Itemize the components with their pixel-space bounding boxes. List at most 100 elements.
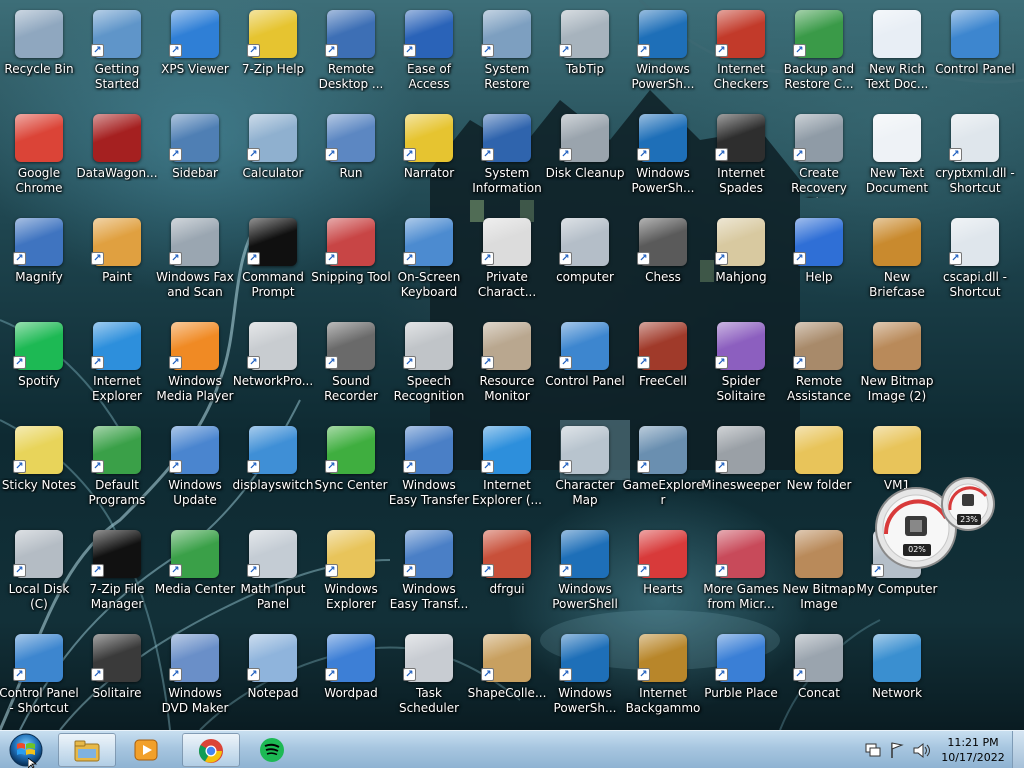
desktop-icon-label: Internet Spades	[717, 166, 765, 195]
desktop-icon-sync-center[interactable]: ↗ Sync Center	[312, 420, 390, 520]
desktop-icon-more-games[interactable]: ↗ More Games from Micr...	[702, 524, 780, 624]
desktop-icon-local-disk[interactable]: ↗ Local Disk (C)	[0, 524, 78, 624]
desktop-icon-defragmenter[interactable]: ↗ dfrgui	[468, 524, 546, 624]
desktop-icon-system-restore[interactable]: ↗ System Restore	[468, 4, 546, 104]
desktop-icon-help[interactable]: ↗ Help	[780, 212, 858, 312]
desktop-icon-spotify[interactable]: ↗ Spotify	[0, 316, 78, 416]
desktop-icon-powershell[interactable]: ↗ Windows PowerSh...	[624, 4, 702, 104]
desktop-icon-network[interactable]: Network	[858, 628, 936, 728]
desktop-icon-internet-explorer[interactable]: ↗ Internet Explorer (...	[468, 420, 546, 520]
desktop-icon-dll-file[interactable]: ↗ cryptxml.dll - Shortcut	[935, 108, 1015, 208]
desktop-icon-resource-monitor[interactable]: ↗ Resource Monitor	[468, 316, 546, 416]
desktop-icon-windows-explorer[interactable]: ↗ Windows Explorer	[312, 524, 390, 624]
desktop-icon-paint[interactable]: ↗ Paint	[78, 212, 156, 312]
desktop-icon-xps-viewer[interactable]: ↗ XPS Viewer	[156, 4, 234, 104]
desktop-icon-text-document[interactable]: New Text Document	[858, 108, 936, 208]
desktop-icon-speech-microphone[interactable]: ↗ Speech Recognition	[390, 316, 468, 416]
desktop[interactable]: Recycle Bin ↗ Getting Started ↗ XPS Viewer ↗ 7…	[0, 0, 1024, 730]
desktop-icon-dll-file[interactable]: ↗ cscapi.dll - Shortcut	[936, 212, 1014, 312]
desktop-icon-calculator[interactable]: ↗ Calculator	[234, 108, 312, 208]
desktop-icon-solitaire[interactable]: ↗ Solitaire	[78, 628, 156, 728]
desktop-icon-purble-place[interactable]: ↗ Purble Place	[702, 628, 780, 728]
taskbar-chrome[interactable]	[182, 733, 240, 767]
desktop-icon-getting-started[interactable]: ↗ Getting Started	[78, 4, 156, 104]
desktop-icon-backgammon[interactable]: ↗ Internet Backgammon	[624, 628, 702, 728]
desktop-icon-wordpad[interactable]: ↗ Wordpad	[312, 628, 390, 728]
desktop-icon-task-scheduler[interactable]: ↗ Task Scheduler	[390, 628, 468, 728]
desktop-icon-fax-scan[interactable]: ↗ Windows Fax and Scan	[156, 212, 234, 312]
desktop-icon-bitmap-image[interactable]: New Bitmap Image	[780, 524, 858, 624]
desktop-icon-easy-transfer[interactable]: ↗ Windows Easy Transf...	[390, 524, 468, 624]
desktop-icon-chess[interactable]: ↗ Chess	[624, 212, 702, 312]
desktop-icon-windows-update[interactable]: ↗ Windows Update	[156, 420, 234, 520]
desktop-icon-briefcase[interactable]: New Briefcase	[858, 212, 936, 312]
desktop-icon-powershell[interactable]: ↗ Windows PowerSh...	[546, 628, 624, 728]
desktop-icon-label: New Text Document	[865, 166, 929, 195]
desktop-icon-remote-assistance[interactable]: ↗ Remote Assistance	[780, 316, 858, 416]
desktop-icon-notepad[interactable]: ↗ Notepad	[234, 628, 312, 728]
desktop-icon-control-panel[interactable]: ↗ Control Panel - Shortcut	[0, 628, 79, 728]
desktop-icon-backup-restore[interactable]: ↗ Backup and Restore C...	[780, 4, 858, 104]
desktop-icon-tabtip[interactable]: ↗ TabTip	[546, 4, 624, 104]
desktop-icon-seven-zip[interactable]: ↗ 7-Zip File Manager	[78, 524, 156, 624]
system-clock[interactable]: 11:21 PM 10/17/2022	[940, 735, 1006, 765]
desktop-icon-powershell[interactable]: ↗ Windows PowerShell	[546, 524, 624, 624]
desktop-icon-contact[interactable]: ↗ Concat	[780, 628, 858, 728]
desktop-icon-projector[interactable]: ↗ NetworkPro...	[233, 316, 313, 416]
taskbar-spotify[interactable]	[244, 733, 302, 767]
desktop-icon-command-prompt[interactable]: ↗ Command Prompt	[234, 212, 312, 312]
desktop-icon-easy-transfer[interactable]: ↗ Windows Easy Transfer	[389, 420, 469, 520]
desktop-icon-label: DataWagon...	[76, 166, 158, 180]
desktop-icon-sidebar[interactable]: ↗ Sidebar	[156, 108, 234, 208]
shortcut-arrow-icon: ↗	[247, 356, 260, 369]
desktop-icon-bitmap-image[interactable]: New Bitmap Image (2)	[858, 316, 936, 416]
desktop-icon-help-question[interactable]: ↗ 7-Zip Help	[234, 4, 312, 104]
desktop-icon-folder[interactable]: New folder	[780, 420, 858, 520]
desktop-icon-dvd-maker[interactable]: ↗ Windows DVD Maker	[156, 628, 234, 728]
desktop-icon-rich-text-document[interactable]: New Rich Text Doc...	[858, 4, 936, 104]
desktop-icon-disk-cleanup[interactable]: ↗ Disk Cleanup	[546, 108, 624, 208]
desktop-icon-computer[interactable]: ↗ computer	[546, 212, 624, 312]
show-desktop-button[interactable]	[1012, 731, 1024, 768]
desktop-icon-label: Sticky Notes	[1, 478, 77, 492]
desktop-icon-recovery-disc[interactable]: ↗ Create Recovery Disc	[780, 108, 858, 208]
desktop-icon-magnify[interactable]: ↗ Magnify	[0, 212, 78, 312]
desktop-icon-control-panel[interactable]: ↗ Control Panel	[545, 316, 625, 416]
desktop-icon-sticky-notes[interactable]: ↗ Sticky Notes	[0, 420, 78, 520]
desktop-icon-freecell[interactable]: ↗ FreeCell	[624, 316, 702, 416]
desktop-icon-media-center[interactable]: ↗ Media Center	[155, 524, 235, 624]
desktop-icon-character-map[interactable]: ↗ Character Map	[546, 420, 624, 520]
desktop-icon-chrome[interactable]: Google Chrome	[0, 108, 78, 208]
desktop-icon-keyboard[interactable]: ↗ On-Screen Keyboard	[390, 212, 468, 312]
shortcut-arrow-icon: ↗	[793, 252, 806, 265]
taskbar-file-explorer[interactable]	[58, 733, 116, 767]
desktop-icon-spider-solitaire[interactable]: ↗ Spider Solitaire	[702, 316, 780, 416]
desktop-icon-checkers[interactable]: ↗ Internet Checkers	[702, 4, 780, 104]
desktop-icon-narrator[interactable]: ↗ Narrator	[390, 108, 468, 208]
desktop-icon-hearts[interactable]: ↗ Hearts	[624, 524, 702, 624]
desktop-icon-spades[interactable]: ↗ Internet Spades	[702, 108, 780, 208]
desktop-icon-snipping-tool[interactable]: ↗ Snipping Tool	[311, 212, 391, 312]
cpu-meter-gadget[interactable]: 02% 23%	[872, 468, 1002, 578]
desktop-icon-control-panel[interactable]: Control Panel	[935, 4, 1015, 104]
desktop-icon-game-explorer[interactable]: ↗ GameExplorer	[623, 420, 703, 520]
desktop-icon-remote-desktop[interactable]: ↗ Remote Desktop ...	[312, 4, 390, 104]
desktop-icon-mahjong[interactable]: ↗ Mahjong	[702, 212, 780, 312]
desktop-icon-run[interactable]: ↗ Run	[312, 108, 390, 208]
desktop-icon-media-player[interactable]: ↗ Windows Media Player	[156, 316, 234, 416]
desktop-icon-recycle-bin[interactable]: Recycle Bin	[0, 4, 78, 104]
desktop-icon-datawagon[interactable]: DataWagon...	[76, 108, 158, 208]
desktop-icon-private-character[interactable]: ↗ Private Charact...	[468, 212, 546, 312]
desktop-icon-internet-explorer[interactable]: ↗ Internet Explorer	[78, 316, 156, 416]
taskbar-media-player[interactable]	[118, 733, 176, 767]
desktop-icon-powershell[interactable]: ↗ Windows PowerSh...	[624, 108, 702, 208]
desktop-icon-default-programs[interactable]: ↗ Default Programs	[78, 420, 156, 520]
desktop-icon-shape-collector[interactable]: ↗ ShapeColle...	[468, 628, 546, 728]
desktop-icon-ease-of-access[interactable]: ↗ Ease of Access	[390, 4, 468, 104]
desktop-icon-math-input[interactable]: ↗ Math Input Panel	[234, 524, 312, 624]
desktop-icon-system-information[interactable]: ↗ System Information	[468, 108, 546, 208]
desktop-icon-display-switch[interactable]: ↗ displayswitch	[233, 420, 313, 520]
desktop-icon-minesweeper[interactable]: ↗ Minesweeper	[701, 420, 781, 520]
desktop-icon-microphone[interactable]: ↗ Sound Recorder	[312, 316, 390, 416]
start-button[interactable]	[4, 732, 48, 768]
